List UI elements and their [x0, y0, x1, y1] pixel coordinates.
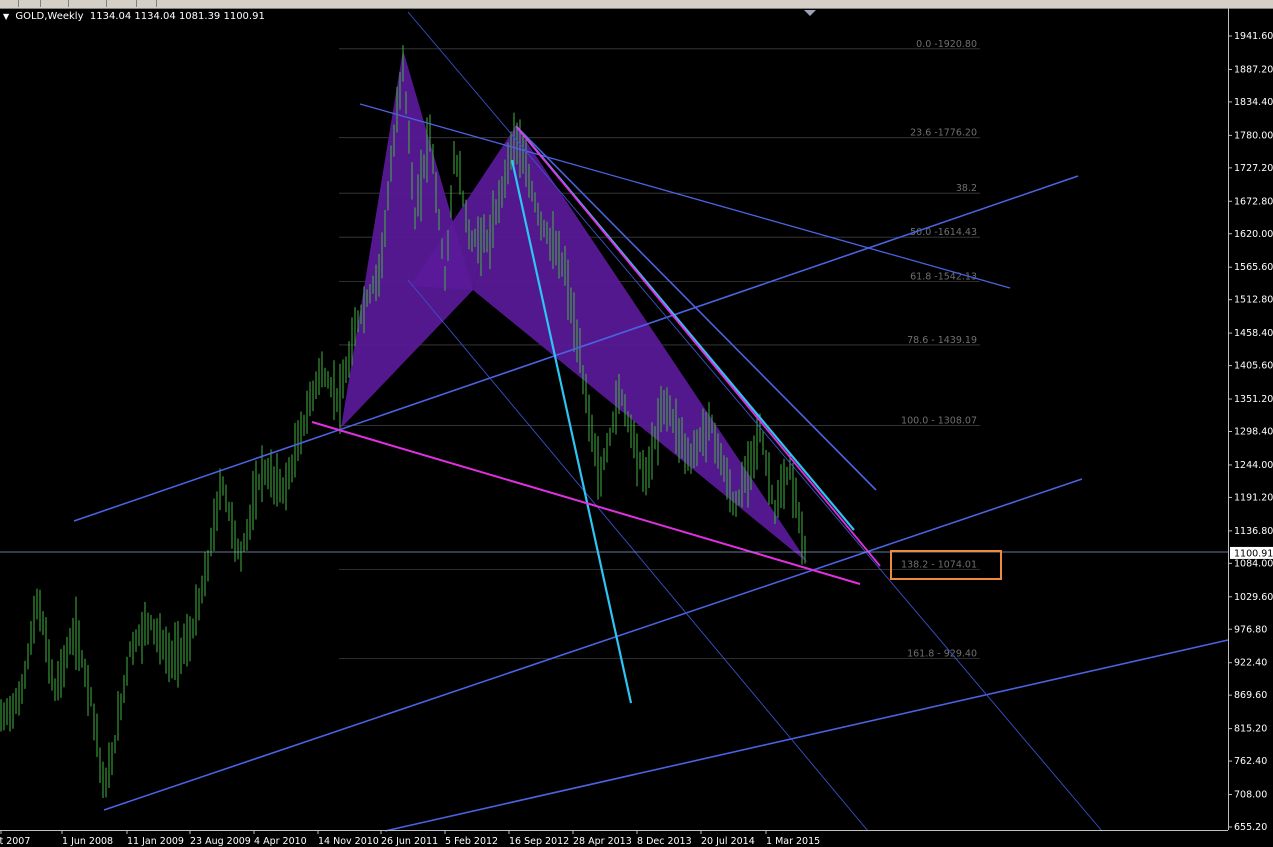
- fib-level-label: 138.2 - 1074.01: [901, 559, 977, 570]
- fib-level-label: 78.6 - 1439.19: [907, 335, 977, 346]
- price-axis-frame: [1228, 8, 1273, 830]
- thin-diagonal-line-a[interactable]: [407, 11, 1103, 832]
- fib-level-label: 23.6 -1776.20: [910, 128, 977, 139]
- chart-header: ▼ GOLD,Weekly 1134.04 1134.04 1081.39 11…: [3, 11, 265, 22]
- fib-level-label: 0.0 -1920.80: [916, 39, 977, 50]
- fib-level-label: 38.2: [956, 183, 977, 194]
- symbol-label: GOLD,Weekly: [15, 11, 84, 22]
- pattern-bcd-triangle[interactable]: [473, 126, 808, 563]
- fib-level-label: 100.0 - 1308.07: [901, 416, 977, 427]
- price-chart[interactable]: 0.0 -1920.80 23.6 -1776.20 38.2 50.0 -1614.…: [0, 0, 1273, 847]
- fib-level-label: 61.8 -1542.13: [910, 272, 977, 283]
- chart-shift-marker-icon[interactable]: [804, 10, 816, 16]
- time-axis-frame: [0, 830, 1228, 847]
- channel-line-lower-long[interactable]: [384, 639, 1229, 832]
- dropdown-triangle-icon[interactable]: ▼: [3, 12, 9, 21]
- trading-terminal-chart-window: 0.0 -1920.80 23.6 -1776.20 38.2 50.0 -1614.…: [0, 0, 1273, 847]
- ohlc-values: 1134.04 1134.04 1081.39 1100.91: [89, 11, 265, 22]
- fib-level-label: 50.0 -1614.43: [910, 227, 977, 238]
- fib-level-label: 161.8 - 929.40: [907, 648, 977, 659]
